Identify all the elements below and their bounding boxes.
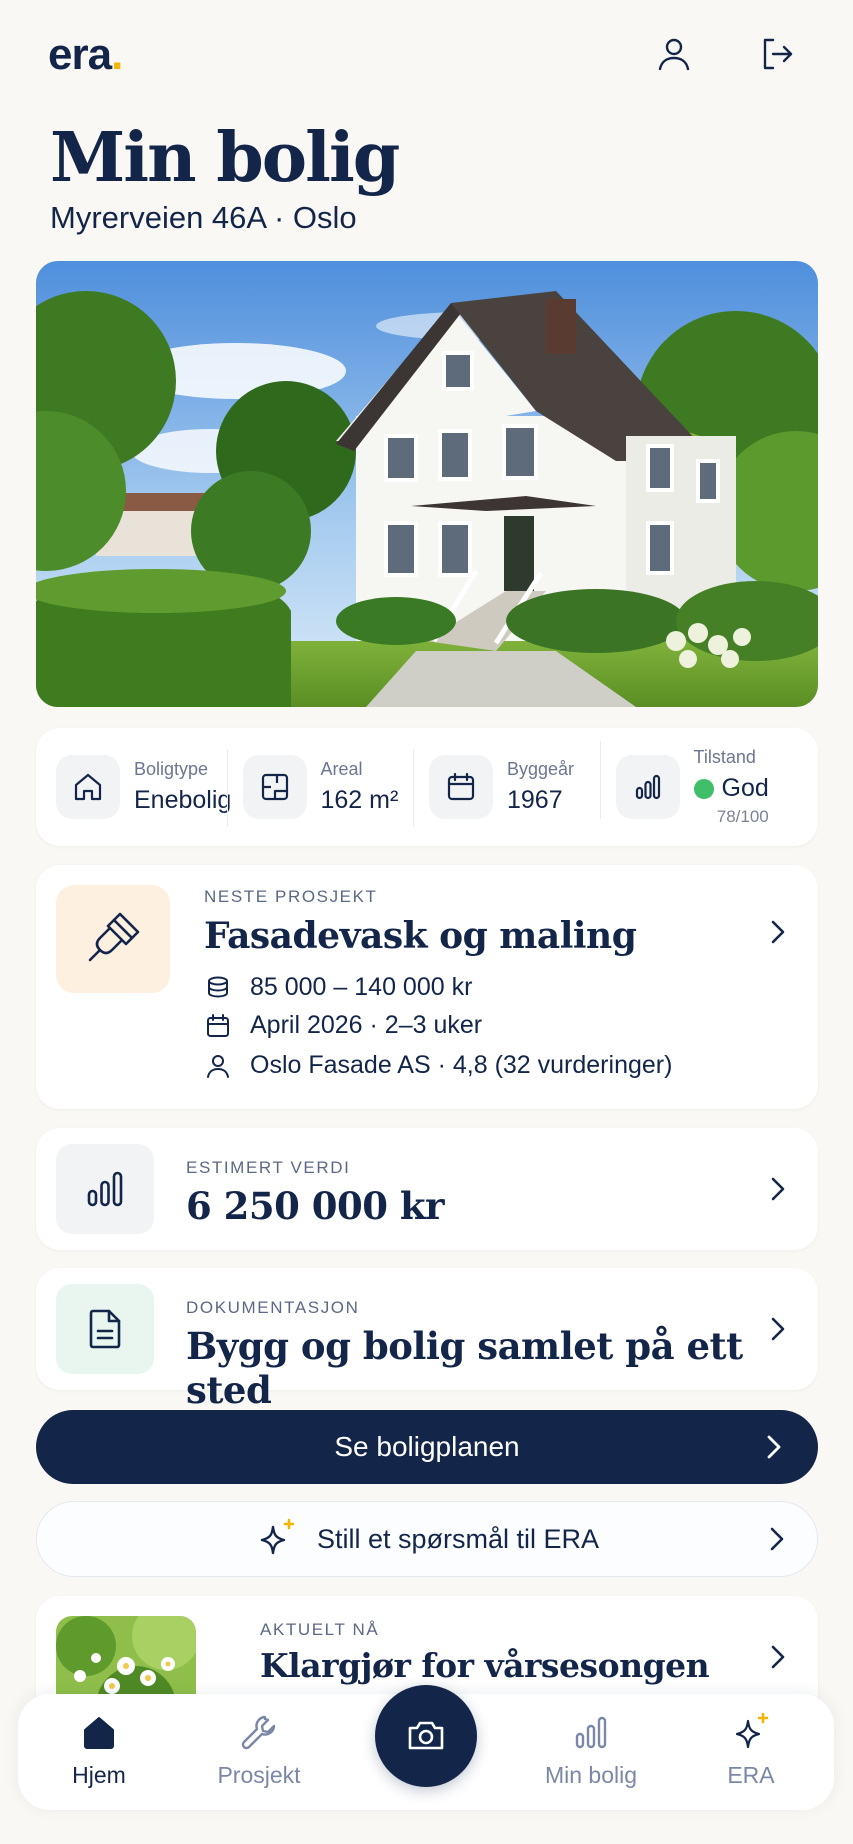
- chevron-right-icon: [767, 1435, 781, 1459]
- docs-title: Bygg og bolig samlet på ett sted: [186, 1324, 743, 1412]
- project-timing: April 2026 · 2–3 uker: [250, 1011, 483, 1039]
- bar-chart-icon: [615, 755, 680, 819]
- page-title: Min bolig: [50, 118, 400, 198]
- bar-chart-icon: [56, 1144, 154, 1234]
- nav-project[interactable]: Prosjekt: [194, 1712, 324, 1789]
- current-eyebrow: AKTUELT NÅ: [260, 1620, 380, 1639]
- fact-value: God: [721, 774, 769, 802]
- fact-label: Byggeår: [507, 759, 575, 779]
- button-label: Still et spørsmål til ERA: [316, 1523, 600, 1554]
- documentation-card[interactable]: DOKUMENTASJON Bygg og bolig samlet på et…: [36, 1268, 818, 1412]
- see-home-plan-button[interactable]: Se boligplanen: [36, 1410, 818, 1484]
- status-dot: [693, 778, 714, 799]
- condition-score: 78/100: [716, 807, 769, 826]
- nav-label: Prosjekt: [217, 1762, 301, 1788]
- nav-label: Min bolig: [544, 1762, 638, 1788]
- next-project-card[interactable]: NESTE PROSJEKT Fasadevask og maling 85 0…: [36, 865, 818, 1109]
- project-timing-row: April 2026 · 2–3 uker: [204, 1011, 482, 1040]
- chevron-right-icon: [771, 920, 785, 944]
- paintbrush-icon: [56, 885, 170, 993]
- wrench-icon: [241, 1715, 276, 1750]
- project-eyebrow: NESTE PROSJEKT: [204, 887, 378, 906]
- coins-icon: [208, 976, 228, 998]
- calendar-icon: [207, 1013, 229, 1037]
- fact-label: Boligtype: [134, 759, 209, 779]
- fact-label: Tilstand: [693, 747, 756, 767]
- era-logo: era.: [48, 30, 123, 79]
- project-contractor: Oslo Fasade AS · 4,8 (32 vurderinger): [250, 1051, 673, 1079]
- project-title: Fasadevask og maling: [204, 915, 637, 957]
- camera-button[interactable]: [375, 1685, 477, 1787]
- camera-icon: [408, 1721, 444, 1750]
- project-cost-row: 85 000 – 140 000 kr: [204, 973, 472, 1002]
- house-photo: [36, 261, 818, 707]
- nav-era[interactable]: ERA: [686, 1712, 816, 1789]
- calendar-icon: [429, 755, 493, 819]
- fact-property-type: Boligtype Enebolig: [54, 755, 241, 819]
- chevron-right-icon: [771, 1645, 785, 1669]
- sparkle-icon: [260, 1518, 295, 1555]
- person-icon: [207, 1054, 229, 1078]
- bar-chart-icon: [575, 1716, 607, 1749]
- sparkle-icon: [735, 1712, 769, 1749]
- fact-condition: Tilstand God 78/100: [599, 741, 801, 827]
- project-contractor-row: Oslo Fasade AS · 4,8 (32 vurderinger): [204, 1051, 672, 1080]
- fact-value: 1967: [507, 786, 563, 814]
- button-label: Se boligplanen: [334, 1431, 520, 1462]
- fact-area: Areal 162 m²: [226, 749, 428, 827]
- profile-icon[interactable]: [652, 32, 696, 76]
- fact-value: Enebolig: [134, 786, 232, 814]
- current-title: Klargjør for vårsesongen: [260, 1646, 710, 1685]
- docs-eyebrow: DOKUMENTASJON: [186, 1298, 360, 1317]
- project-cost: 85 000 – 140 000 kr: [250, 973, 473, 1001]
- chevron-right-icon: [770, 1527, 784, 1551]
- chevron-right-icon: [771, 1317, 785, 1341]
- fact-label: Areal: [320, 759, 363, 779]
- value-eyebrow: ESTIMERT VERDI: [186, 1158, 351, 1177]
- nav-home[interactable]: Hjem: [34, 1712, 164, 1789]
- document-icon: [56, 1284, 154, 1374]
- ask-era-button[interactable]: Still et spørsmål til ERA: [36, 1501, 818, 1577]
- address-subtitle: Myrerveien 46A · Oslo: [50, 200, 357, 235]
- property-facts-card: Boligtype Enebolig Areal 162 m² Byggeår …: [36, 728, 818, 846]
- home-icon: [84, 1717, 114, 1749]
- house-icon: [56, 755, 120, 819]
- chevron-right-icon: [771, 1177, 785, 1201]
- nav-label: ERA: [727, 1762, 775, 1788]
- fact-build-year: Byggeår 1967: [413, 749, 614, 827]
- estimated-value-card[interactable]: ESTIMERT VERDI 6 250 000 kr: [36, 1128, 818, 1250]
- condition-status: God: [693, 774, 769, 803]
- value-amount: 6 250 000 kr: [186, 1184, 445, 1228]
- nav-my-home[interactable]: Min bolig: [526, 1712, 656, 1789]
- logout-icon[interactable]: [755, 32, 799, 76]
- nav-label: Hjem: [72, 1762, 126, 1788]
- floorplan-icon: [242, 755, 307, 819]
- fact-value: 162 m²: [320, 786, 399, 814]
